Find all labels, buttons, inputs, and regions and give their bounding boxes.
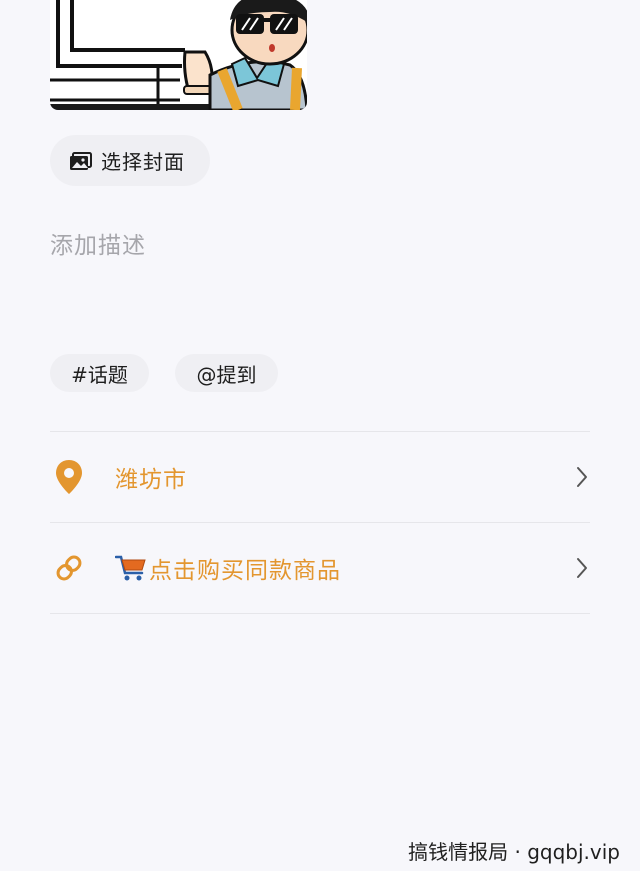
cover-illustration xyxy=(50,0,307,110)
topic-chip[interactable]: #话题 xyxy=(50,354,149,392)
location-label: 潍坊市 xyxy=(115,467,187,493)
watermark: 搞钱情报局 · gqqbj.vip xyxy=(408,840,620,864)
cover-thumbnail[interactable] xyxy=(50,0,307,110)
location-pin-icon xyxy=(54,459,84,495)
location-row[interactable]: 潍坊市 xyxy=(50,433,590,521)
select-cover-button[interactable]: 选择封面 xyxy=(50,135,210,186)
chevron-right-icon xyxy=(576,557,588,579)
divider xyxy=(50,431,590,432)
mention-chip[interactable]: @提到 xyxy=(175,354,278,392)
product-link-text: 点击购买同款商品 xyxy=(149,558,341,584)
link-icon xyxy=(54,550,84,586)
chevron-right-icon xyxy=(576,466,588,488)
divider xyxy=(50,613,590,614)
product-link-label: 点击购买同款商品 xyxy=(114,551,341,585)
divider xyxy=(50,522,590,523)
description-input[interactable]: 添加描述 xyxy=(50,226,590,326)
shopping-cart-icon xyxy=(114,554,147,582)
image-icon xyxy=(69,151,93,171)
product-link-row[interactable]: 点击购买同款商品 xyxy=(50,524,590,612)
select-cover-label: 选择封面 xyxy=(101,150,185,174)
